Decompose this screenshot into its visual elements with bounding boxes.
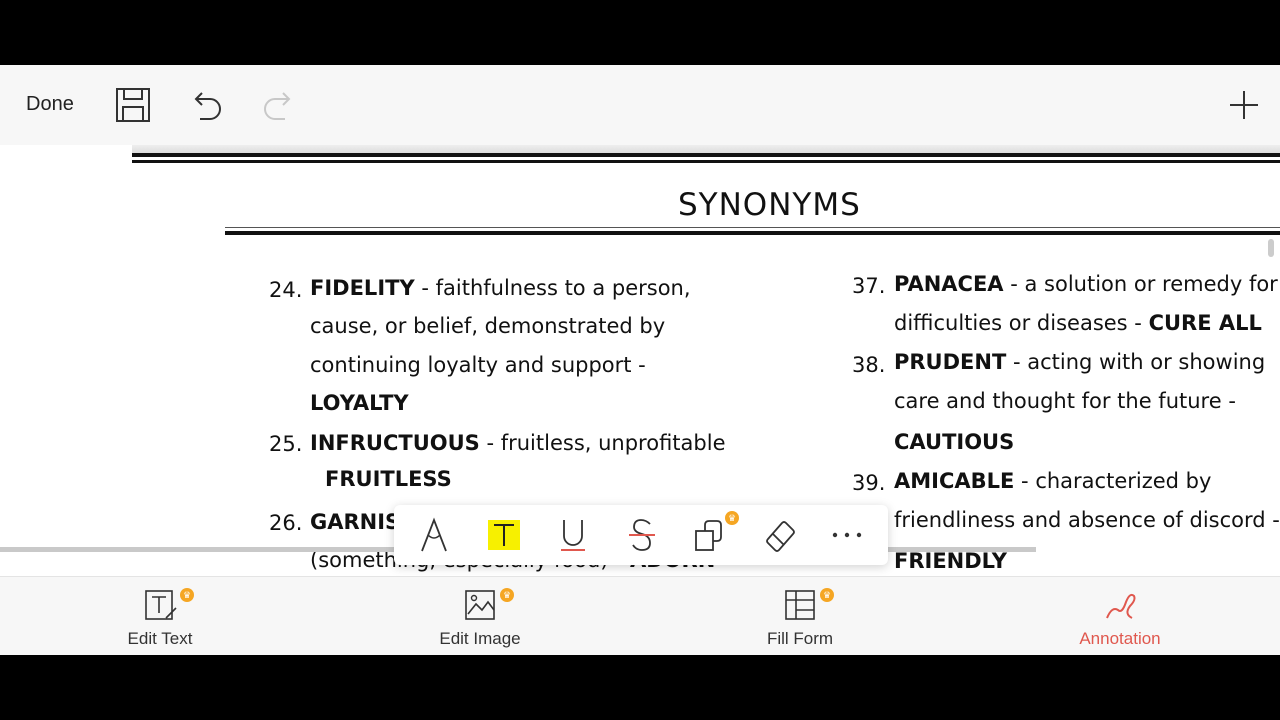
divider <box>225 227 1280 228</box>
tab-label: Edit Text <box>127 629 193 648</box>
divider <box>132 153 1280 157</box>
entry-answer: CAUTIOUS <box>894 430 1015 454</box>
entry-line: PRUDENT - acting with or showing <box>894 350 1266 374</box>
tab-annotation[interactable]: Annotation <box>960 577 1280 655</box>
entry-definition: characterized by <box>1035 469 1212 493</box>
divider <box>132 160 1280 163</box>
entry-definition: cause, or belief, demonstrated by <box>310 314 666 338</box>
entry-number: 26. <box>269 511 303 535</box>
entry-definition: acting with or showing <box>1027 350 1266 374</box>
entry-term: PANACEA <box>894 272 1004 296</box>
entry-line: difficulties or diseases - CURE ALL <box>894 311 1262 335</box>
undo-icon[interactable] <box>186 85 226 125</box>
tab-fill-form[interactable]: ♛ Fill Form <box>640 577 960 655</box>
entry-term: FIDELITY <box>310 276 415 300</box>
entry-number: 24. <box>269 278 303 302</box>
pen-tool-icon[interactable] <box>414 515 454 555</box>
entry-number: 38. <box>852 353 886 377</box>
tab-label: Annotation <box>1079 629 1161 648</box>
entry-definition: continuing loyalty and support - <box>310 353 646 377</box>
plus-icon[interactable] <box>1224 85 1264 125</box>
entry-line: PANACEA - a solution or remedy for <box>894 272 1278 296</box>
save-icon[interactable] <box>113 85 153 125</box>
entry-answer: LOYALTY <box>310 391 409 415</box>
entry-term: AMICABLE <box>894 469 1015 493</box>
entry-definition: faithfulness to a person, <box>435 276 691 300</box>
tab-label: Edit Image <box>439 629 521 648</box>
tab-label: Fill Form <box>766 629 834 648</box>
premium-badge-icon: ♛ <box>500 588 514 602</box>
entry-term: PRUDENT <box>894 350 1007 374</box>
entry-term: GARNIS <box>310 510 401 534</box>
tab-edit-text[interactable]: ♛ Edit Text <box>0 577 320 655</box>
entry-answer: CURE ALL <box>1148 311 1262 335</box>
entry-definition: difficulties or diseases - <box>894 311 1142 335</box>
page-heading: SYNONYMS <box>678 187 861 223</box>
more-icon[interactable] <box>827 515 867 555</box>
entry-definition: a solution or remedy for <box>1024 272 1278 296</box>
entry-answer: FRUITLESS <box>325 467 452 491</box>
premium-badge-icon: ♛ <box>820 588 834 602</box>
entry-line: AMICABLE - characterized by <box>894 469 1212 493</box>
page-top-border <box>132 145 1280 153</box>
edit-image-icon <box>464 588 498 622</box>
fill-form-icon <box>784 588 818 622</box>
premium-badge-icon: ♛ <box>180 588 194 602</box>
pdf-editor-app: Done SYNONYMS 24. FIDELITY - faithfulnes… <box>0 65 1280 655</box>
annotation-toolbar: ♛ <box>394 505 888 565</box>
entry-definition: fruitless, unprofitable <box>500 431 726 455</box>
entry-term: INFRUCTUOUS <box>310 431 480 455</box>
tab-edit-image[interactable]: ♛ Edit Image <box>320 577 640 655</box>
entry-definition: friendliness and absence of discord - <box>894 508 1280 532</box>
redo-icon[interactable] <box>259 85 299 125</box>
annotation-icon <box>1104 588 1138 622</box>
bottom-tab-bar: ♛ Edit Text ♛ Edit Image ♛ Fill Form Ann… <box>0 576 1280 655</box>
highlight-text-icon[interactable] <box>484 515 524 555</box>
vertical-scroll-thumb[interactable] <box>1268 239 1274 257</box>
premium-badge-icon: ♛ <box>725 511 739 525</box>
top-toolbar: Done <box>0 65 1280 146</box>
shapes-icon[interactable]: ♛ <box>691 511 739 555</box>
done-button[interactable]: Done <box>26 93 74 116</box>
entry-number: 25. <box>269 432 303 456</box>
entry-number: 39. <box>852 471 886 495</box>
entry-answer: FRIENDLY <box>894 549 1007 573</box>
edit-text-icon <box>144 588 178 622</box>
underline-icon[interactable] <box>553 515 593 555</box>
divider <box>225 231 1280 235</box>
entry-number: 37. <box>852 274 886 298</box>
entry-line: FIDELITY - faithfulness to a person, <box>310 276 691 300</box>
entry-definition: care and thought for the future - <box>894 389 1236 413</box>
strikethrough-icon[interactable] <box>622 515 662 555</box>
entry-line: INFRUCTUOUS - fruitless, unprofitable <box>310 431 726 455</box>
eraser-icon[interactable] <box>760 515 800 555</box>
